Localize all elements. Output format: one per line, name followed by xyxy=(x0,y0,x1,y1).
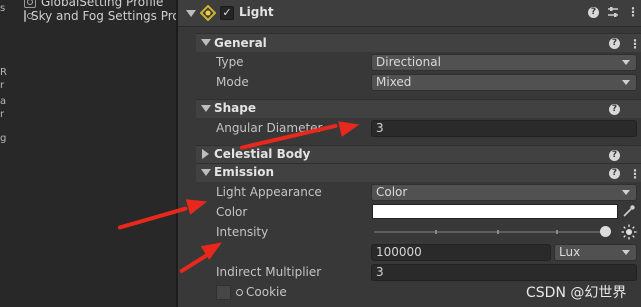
component-title: Light xyxy=(239,5,274,19)
section-menu-icon[interactable]: ⋮ xyxy=(629,168,641,180)
mode-value: Mixed xyxy=(376,75,412,89)
help-icon[interactable]: ? xyxy=(609,168,620,179)
watermark: CSDN @幻世界 xyxy=(526,285,627,301)
indirect-multiplier-field[interactable]: 3 xyxy=(371,264,637,281)
chevron-down-icon xyxy=(622,250,630,255)
help-icon[interactable]: ? xyxy=(609,150,620,161)
section-title-celestial-body: Celestial Body xyxy=(214,147,311,161)
hierarchy-item-label: Sky and Fog Settings Profile xyxy=(31,9,176,23)
profile-asset-icon xyxy=(24,10,33,22)
intensity-label: Intensity xyxy=(216,225,269,239)
foldout-expanded-icon[interactable] xyxy=(201,169,211,176)
cookie-texture-thumbnail[interactable] xyxy=(216,285,231,300)
mode-label: Mode xyxy=(216,75,249,89)
intensity-slider-track[interactable] xyxy=(374,231,610,233)
component-menu-icon[interactable]: ⋮ xyxy=(627,6,639,18)
hierarchy-panel xyxy=(0,0,176,307)
slider-tick xyxy=(556,230,558,234)
light-appearance-value: Color xyxy=(376,185,408,199)
angular-diameter-field[interactable]: 3 xyxy=(371,120,637,137)
slider-tick xyxy=(497,230,499,234)
hierarchy-edge-text: a xyxy=(0,96,7,107)
section-title-general: General xyxy=(214,36,267,50)
hierarchy-edge-text: R xyxy=(0,67,7,78)
intensity-slider-thumb[interactable] xyxy=(599,226,611,237)
color-label: Color xyxy=(216,205,248,219)
color-swatch[interactable] xyxy=(372,204,618,219)
mode-dropdown[interactable]: Mixed xyxy=(371,74,637,91)
cookie-label: Cookie xyxy=(246,285,287,299)
indirect-multiplier-label: Indirect Multiplier xyxy=(216,265,322,279)
chevron-down-icon xyxy=(622,60,630,65)
hierarchy-edge-text: g xyxy=(0,133,7,144)
type-value: Directional xyxy=(376,55,441,69)
section-title-shape: Shape xyxy=(214,101,257,115)
object-picker-icon[interactable] xyxy=(236,289,243,296)
profile-asset-icon xyxy=(24,0,36,8)
chevron-down-icon xyxy=(622,190,630,195)
section-title-emission: Emission xyxy=(214,165,274,179)
slider-tick xyxy=(435,230,437,234)
section-menu-icon[interactable]: ⋮ xyxy=(629,38,641,50)
section-shape-header[interactable] xyxy=(196,99,641,118)
component-enabled-checkbox[interactable]: ✓ xyxy=(220,6,234,20)
chevron-down-icon xyxy=(622,80,630,85)
help-icon[interactable]: ? xyxy=(609,104,620,115)
help-icon[interactable]: ? xyxy=(609,38,620,49)
hierarchy-edge-text: r xyxy=(0,80,5,91)
light-appearance-label: Light Appearance xyxy=(216,185,322,199)
foldout-expanded-icon[interactable] xyxy=(186,10,196,17)
hierarchy-edge-text: r xyxy=(0,109,5,120)
type-label: Type xyxy=(216,55,244,69)
light-appearance-dropdown[interactable]: Color xyxy=(371,184,637,201)
light-component-icon xyxy=(199,4,217,22)
intensity-unit-dropdown[interactable]: Lux xyxy=(554,244,637,261)
sun-icon xyxy=(621,224,637,240)
help-icon[interactable]: ? xyxy=(588,7,599,18)
hierarchy-edge-text: s xyxy=(0,3,6,14)
hierarchy-item-sky-fog-profile[interactable]: Sky and Fog Settings Profile xyxy=(24,8,176,24)
foldout-expanded-icon[interactable] xyxy=(201,39,211,46)
intensity-value-field[interactable]: 100000 xyxy=(371,244,551,261)
foldout-collapsed-icon[interactable] xyxy=(202,149,209,159)
preset-settings-icon[interactable] xyxy=(606,5,620,19)
foldout-expanded-icon[interactable] xyxy=(201,105,211,112)
type-dropdown[interactable]: Directional xyxy=(371,54,637,71)
eyedropper-icon[interactable] xyxy=(622,204,636,218)
intensity-unit-value: Lux xyxy=(559,245,581,259)
